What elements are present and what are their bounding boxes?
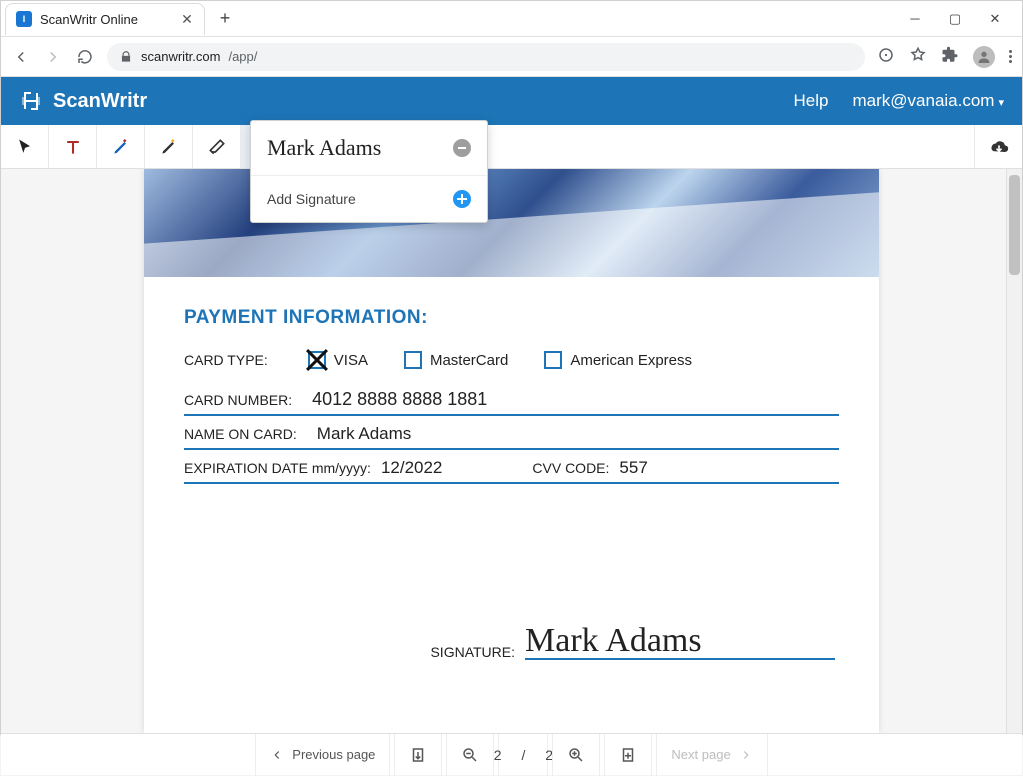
- scrollbar-thumb[interactable]: [1009, 175, 1020, 275]
- marker-icon: [159, 137, 179, 157]
- browser-urlbar: scanwritr.com/app/: [1, 37, 1022, 77]
- card-option-amex[interactable]: American Express: [544, 351, 692, 369]
- canvas-area: PAYMENT INFORMATION: CARD TYPE: VISA Mas…: [1, 169, 1022, 733]
- name-on-card-value[interactable]: Mark Adams: [317, 424, 411, 444]
- add-signature-label: Add Signature: [267, 191, 356, 207]
- cloud-save-icon: [989, 137, 1009, 157]
- add-signature-button[interactable]: [453, 190, 471, 208]
- vertical-scrollbar[interactable]: [1006, 169, 1022, 733]
- previous-page-button[interactable]: Previous page: [255, 734, 390, 776]
- extensions-icon[interactable]: [941, 46, 959, 67]
- cvv-label: CVV CODE:: [532, 460, 609, 476]
- forward-button-icon[interactable]: [43, 48, 63, 66]
- card-option-visa[interactable]: VISA: [308, 351, 368, 369]
- window-close-icon[interactable]: [986, 11, 1004, 27]
- card-option-label: American Express: [570, 352, 692, 369]
- add-page-button[interactable]: [604, 734, 652, 776]
- signature-row[interactable]: Mark Adams: [251, 121, 487, 176]
- browser-menu-icon[interactable]: [1009, 50, 1012, 63]
- zoom-out-button[interactable]: [446, 734, 494, 776]
- logo-icon: [19, 89, 43, 113]
- card-option-label: VISA: [334, 352, 368, 369]
- page-icon: [409, 746, 427, 764]
- new-tab-button[interactable]: +: [211, 5, 239, 33]
- url-path: /app/: [228, 49, 257, 64]
- lock-icon: [119, 50, 133, 64]
- add-signature-row[interactable]: Add Signature: [251, 176, 487, 222]
- checkbox-mastercard[interactable]: [404, 351, 422, 369]
- page-current: 2: [494, 747, 502, 763]
- document-page[interactable]: PAYMENT INFORMATION: CARD TYPE: VISA Mas…: [144, 169, 879, 733]
- next-page-label: Next page: [671, 747, 730, 762]
- card-number-value[interactable]: 4012 8888 8888 1881: [312, 389, 487, 410]
- help-link[interactable]: Help: [794, 91, 829, 111]
- checkbox-visa[interactable]: [308, 351, 326, 369]
- signature-value[interactable]: Mark Adams: [525, 624, 702, 658]
- page-sep: /: [521, 747, 525, 763]
- tool-marker[interactable]: [145, 125, 193, 168]
- card-number-label: CARD NUMBER:: [184, 392, 292, 408]
- pen-icon: [111, 137, 131, 157]
- editor-toolbar: [1, 125, 1022, 169]
- page-indicator: 2 / 2: [498, 734, 548, 776]
- signature-underline: [525, 658, 835, 660]
- next-page-button[interactable]: Next page: [656, 734, 767, 776]
- cursor-icon: [15, 137, 35, 157]
- tool-export[interactable]: [974, 125, 1022, 168]
- app-logo[interactable]: ScanWritr: [19, 89, 147, 113]
- bookmark-icon[interactable]: [909, 46, 927, 67]
- zoom-in-icon: [567, 746, 585, 764]
- address-bar[interactable]: scanwritr.com/app/: [107, 43, 865, 71]
- name-on-card-label: NAME ON CARD:: [184, 426, 297, 442]
- eraser-icon: [207, 137, 227, 157]
- window-minimize-icon[interactable]: [906, 11, 924, 27]
- page-add-icon: [619, 746, 637, 764]
- cvv-value[interactable]: 557: [619, 458, 647, 478]
- browser-tab[interactable]: I ScanWritr Online ✕: [5, 3, 205, 35]
- tool-pen[interactable]: [97, 125, 145, 168]
- user-menu[interactable]: mark@vanaia.com▾: [853, 91, 1005, 111]
- chevron-down-icon: ▾: [998, 97, 1004, 109]
- tab-favicon: I: [16, 11, 32, 27]
- url-host: scanwritr.com: [141, 49, 220, 64]
- text-icon: [63, 137, 83, 157]
- close-tab-icon[interactable]: ✕: [180, 12, 194, 26]
- tool-select[interactable]: [1, 125, 49, 168]
- expiration-label: EXPIRATION DATE mm/yyyy:: [184, 460, 371, 476]
- checkbox-amex[interactable]: [544, 351, 562, 369]
- app-header: ScanWritr Help mark@vanaia.com▾: [1, 77, 1022, 125]
- signature-label: SIGNATURE:: [430, 644, 515, 660]
- tool-eraser[interactable]: [193, 125, 241, 168]
- signature-preview: Mark Adams: [267, 135, 381, 161]
- card-option-label: MasterCard: [430, 352, 508, 369]
- reload-button-icon[interactable]: [75, 48, 95, 66]
- tool-text[interactable]: [49, 125, 97, 168]
- chevron-right-icon: [739, 748, 753, 762]
- window-maximize-icon[interactable]: [946, 11, 964, 27]
- tab-title: ScanWritr Online: [40, 12, 138, 27]
- section-title: PAYMENT INFORMATION:: [184, 307, 839, 329]
- signature-dropdown: Mark Adams Add Signature: [250, 120, 488, 223]
- card-option-mastercard[interactable]: MasterCard: [404, 351, 508, 369]
- window-controls: [906, 11, 1018, 27]
- previous-page-label: Previous page: [292, 747, 375, 762]
- footer-toolbar: Previous page 2 / 2 Next page: [1, 733, 1022, 775]
- remove-signature-button[interactable]: [453, 139, 471, 157]
- profile-avatar-icon[interactable]: [973, 46, 995, 68]
- site-info-icon[interactable]: [877, 46, 895, 67]
- window-titlebar: I ScanWritr Online ✕ +: [1, 1, 1022, 37]
- fit-page-button[interactable]: [394, 734, 442, 776]
- user-email: mark@vanaia.com: [853, 91, 995, 110]
- app-name: ScanWritr: [53, 90, 147, 113]
- zoom-in-button[interactable]: [552, 734, 600, 776]
- chevron-left-icon: [270, 748, 284, 762]
- expiration-value[interactable]: 12/2022: [381, 458, 442, 478]
- card-type-label: CARD TYPE:: [184, 352, 268, 368]
- zoom-out-icon: [461, 746, 479, 764]
- back-button-icon[interactable]: [11, 48, 31, 66]
